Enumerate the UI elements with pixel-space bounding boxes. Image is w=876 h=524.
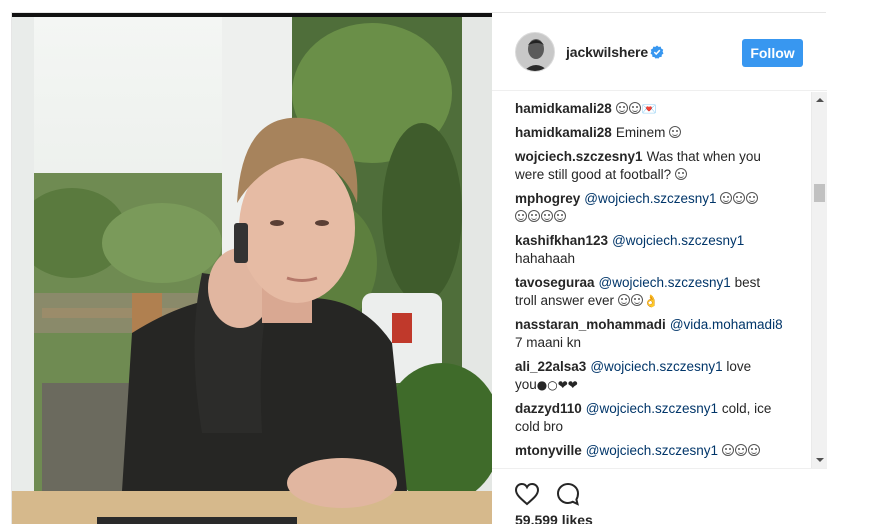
- comment-text: 7 maani kn: [515, 335, 582, 350]
- post-photo[interactable]: [12, 13, 492, 524]
- comment-item: wojciech.szczesny1 Was that when you were…: [515, 148, 785, 184]
- grin-emoji-icon: [720, 192, 733, 204]
- comments-scrollbar[interactable]: [811, 92, 827, 468]
- comment-username[interactable]: hamidkamali28: [515, 101, 612, 116]
- comment-mention[interactable]: @wojciech.szczesny1: [584, 191, 716, 206]
- comment-mention[interactable]: @wojciech.szczesny1: [612, 233, 744, 248]
- post-header: jackwilshere Follow: [492, 13, 827, 91]
- comment-username[interactable]: mtonyville: [515, 443, 582, 458]
- avatar-image: [516, 33, 554, 71]
- grin-emoji-icon: [674, 168, 687, 180]
- comment-mention[interactable]: @wojciech.szczesny1: [599, 275, 731, 290]
- comment-emoji: ●○❤❤: [536, 378, 578, 392]
- comment-item: hamidkamali28 💌: [515, 100, 785, 118]
- scroll-up-arrow-icon[interactable]: [812, 92, 828, 108]
- follow-button[interactable]: Follow: [742, 39, 803, 67]
- grin-emoji-icon: [746, 192, 759, 204]
- grin-emoji-icon: [615, 102, 628, 114]
- grin-emoji-icon: [721, 444, 734, 456]
- comment-mention[interactable]: @vida.mohamadi8: [670, 317, 783, 332]
- comment-item: nasstaran_mohammadi @vida.mohamadi8 7 maa…: [515, 316, 785, 352]
- comment-mention[interactable]: @wojciech.szczesny1: [586, 401, 718, 416]
- grin-emoji-icon: [554, 210, 566, 222]
- user-avatar[interactable]: [515, 32, 555, 72]
- grin-emoji-icon: [630, 294, 643, 306]
- comment-username[interactable]: dazzyd110: [515, 401, 582, 416]
- comments-list: hamidkamali28 💌 hamidkamali28 Eminem wojci…: [492, 92, 827, 468]
- post-actions: 59,599 likes: [492, 468, 827, 524]
- grin-emoji-icon: [669, 126, 682, 138]
- comment-item: tavoseguraa @wojciech.szczesny1 best trol…: [515, 274, 785, 310]
- heart-icon[interactable]: [514, 482, 540, 506]
- comment-username[interactable]: ali_22alsa3: [515, 359, 586, 374]
- comment-text: hahahaah: [515, 251, 576, 266]
- comment-emoji: 💌: [641, 102, 657, 116]
- likes-count[interactable]: 59,599 likes: [515, 512, 593, 524]
- verified-badge-icon: [650, 45, 664, 59]
- photo-illustration: [12, 13, 492, 524]
- comment-username[interactable]: mphogrey: [515, 191, 580, 206]
- post-side-panel: jackwilshere Follow hamidkamali28 💌 hamid…: [492, 13, 827, 524]
- comment-username[interactable]: wojciech.szczesny1: [515, 149, 643, 164]
- grin-emoji-icon: [733, 192, 746, 204]
- grin-emoji-icon: [747, 444, 760, 456]
- comment-item: kashifkhan123 @wojciech.szczesny1 hahahaa…: [515, 232, 785, 268]
- comment-text: Eminem: [615, 125, 670, 140]
- comment-item: mtonyville @wojciech.szczesny1: [515, 442, 785, 460]
- comment-emoji: 👌: [643, 294, 659, 308]
- comment-item: ali_22alsa3 @wojciech.szczesny1 love you●…: [515, 358, 785, 394]
- instagram-post: jackwilshere Follow hamidkamali28 💌 hamid…: [11, 12, 827, 524]
- comment-mention[interactable]: @wojciech.szczesny1: [590, 359, 722, 374]
- comment-item: mphogrey @wojciech.szczesny1: [515, 190, 785, 226]
- scroll-down-arrow-icon[interactable]: [812, 452, 828, 468]
- comment-username[interactable]: hamidkamali28: [515, 125, 612, 140]
- comment-bubble-icon[interactable]: [555, 481, 581, 507]
- post-username[interactable]: jackwilshere: [566, 44, 648, 60]
- comment-item: dazzyd110 @wojciech.szczesny1 cold, ice c…: [515, 400, 785, 436]
- comment-username[interactable]: tavoseguraa: [515, 275, 595, 290]
- comment-username[interactable]: nasstaran_mohammadi: [515, 317, 666, 332]
- grin-emoji-icon: [617, 294, 630, 306]
- grin-emoji-icon: [628, 102, 641, 114]
- grin-emoji-icon: [528, 210, 540, 222]
- scrollbar-thumb[interactable]: [814, 184, 825, 202]
- comment-mention[interactable]: @wojciech.szczesny1: [586, 443, 718, 458]
- grin-emoji-icon: [541, 210, 553, 222]
- comment-username[interactable]: kashifkhan123: [515, 233, 608, 248]
- grin-emoji-icon: [515, 210, 527, 222]
- grin-emoji-icon: [734, 444, 747, 456]
- comment-item: hamidkamali28 Eminem: [515, 124, 785, 142]
